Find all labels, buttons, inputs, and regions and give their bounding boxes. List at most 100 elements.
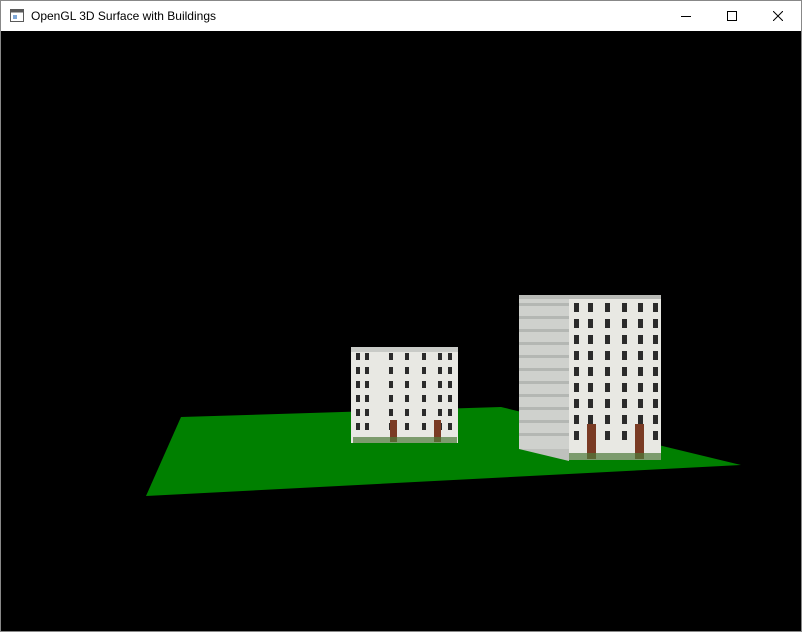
window	[389, 353, 393, 360]
title-bar[interactable]: OpenGL 3D Surface with Buildings	[1, 1, 801, 31]
window	[653, 351, 658, 360]
window	[605, 335, 610, 344]
window	[448, 395, 452, 402]
window	[638, 335, 643, 344]
tall-building-roof-edge	[519, 295, 661, 299]
window	[356, 367, 360, 374]
window	[405, 409, 409, 416]
window	[653, 319, 658, 328]
window	[622, 415, 627, 424]
window	[653, 383, 658, 392]
window	[574, 415, 579, 424]
opengl-viewport[interactable]	[1, 31, 801, 631]
tall-building-shrubs	[569, 453, 661, 460]
window	[356, 381, 360, 388]
window	[605, 351, 610, 360]
scene-background	[1, 31, 801, 631]
app-window: OpenGL 3D Surface with Buildings	[0, 0, 802, 632]
window	[365, 395, 369, 402]
maximize-icon	[727, 11, 737, 21]
window	[622, 303, 627, 312]
window	[422, 381, 426, 388]
side-stripe	[519, 433, 569, 436]
window	[365, 381, 369, 388]
window	[638, 383, 643, 392]
window	[574, 303, 579, 312]
window	[605, 319, 610, 328]
window	[605, 383, 610, 392]
window	[365, 353, 369, 360]
side-stripe	[519, 368, 569, 371]
window-title: OpenGL 3D Surface with Buildings	[31, 9, 216, 23]
window	[638, 319, 643, 328]
window	[448, 423, 452, 430]
window	[588, 335, 593, 344]
minimize-icon	[681, 11, 691, 21]
window	[438, 409, 442, 416]
window	[622, 367, 627, 376]
window	[422, 409, 426, 416]
window	[588, 351, 593, 360]
window	[365, 367, 369, 374]
window-app-icon	[10, 9, 24, 22]
side-stripe	[519, 329, 569, 332]
side-stripe	[519, 342, 569, 345]
window	[356, 409, 360, 416]
window	[448, 381, 452, 388]
window	[389, 367, 393, 374]
window	[605, 431, 610, 440]
window	[588, 319, 593, 328]
small-building-roof-edge	[351, 347, 458, 352]
window	[389, 395, 393, 402]
window	[622, 319, 627, 328]
close-icon	[773, 11, 783, 21]
small-building	[351, 347, 458, 443]
window	[438, 353, 442, 360]
side-stripe	[519, 394, 569, 397]
side-stripe	[519, 420, 569, 423]
window	[356, 353, 360, 360]
small-building-shrubs	[353, 437, 457, 443]
window	[653, 431, 658, 440]
window	[605, 303, 610, 312]
tall-building	[519, 295, 661, 461]
window	[622, 351, 627, 360]
window	[438, 381, 442, 388]
window	[574, 431, 579, 440]
minimize-button[interactable]	[663, 1, 709, 31]
window	[389, 381, 393, 388]
window	[638, 351, 643, 360]
window	[638, 367, 643, 376]
window	[448, 367, 452, 374]
close-button[interactable]	[755, 1, 801, 31]
window	[422, 353, 426, 360]
maximize-button[interactable]	[709, 1, 755, 31]
window	[422, 367, 426, 374]
window	[405, 395, 409, 402]
window	[389, 409, 393, 416]
side-stripe	[519, 355, 569, 358]
window	[653, 335, 658, 344]
window	[422, 395, 426, 402]
window	[356, 395, 360, 402]
window	[574, 383, 579, 392]
window	[405, 423, 409, 430]
window	[438, 367, 442, 374]
window	[588, 415, 593, 424]
window	[638, 415, 643, 424]
window	[405, 381, 409, 388]
tall-building-facade	[569, 296, 661, 460]
window	[653, 367, 658, 376]
window	[605, 415, 610, 424]
window	[653, 399, 658, 408]
window	[448, 409, 452, 416]
window	[622, 335, 627, 344]
window	[588, 383, 593, 392]
window	[405, 367, 409, 374]
window	[574, 335, 579, 344]
window	[574, 319, 579, 328]
window	[588, 367, 593, 376]
window	[622, 431, 627, 440]
window	[356, 423, 360, 430]
window	[605, 399, 610, 408]
